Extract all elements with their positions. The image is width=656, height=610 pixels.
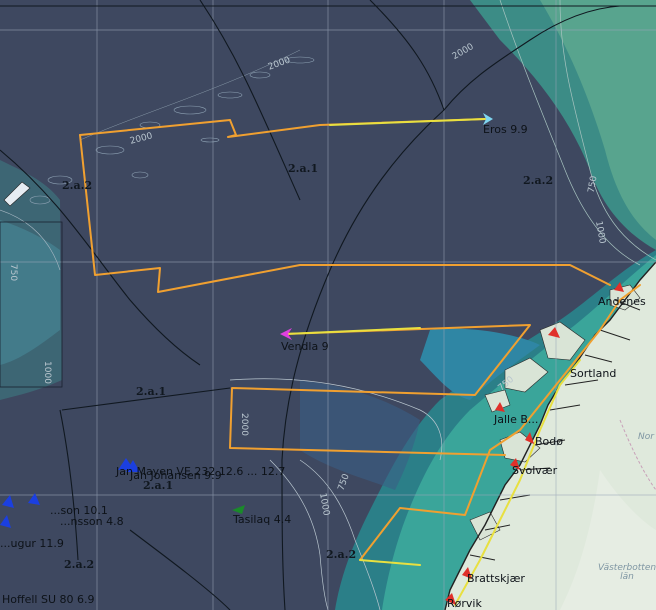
place-label-jaeren: Jalle B... (494, 413, 539, 426)
zone-label-2a1-south: 2.a.1 (136, 385, 167, 398)
region-label-vasterbotten: Västerbotten län (598, 563, 656, 582)
vessel-label-cluster-mid2[interactable]: Jan Johansen 9.9 (130, 470, 222, 481)
region-label-norr: Nor (638, 432, 654, 442)
vessel-label-tasilaq[interactable]: Tasilaq 4.4 (233, 514, 291, 525)
fishing-map[interactable]: 2.a.1 2.a.2 2.a.2 2.a.1 2.a.1 2.a.2 2.a.… (0, 0, 656, 610)
contour-label-2000-slope: 2000 (238, 413, 249, 436)
place-label-brattskjaer: Brattskjær (467, 572, 525, 585)
place-label-rorvik: Rørvik (447, 597, 482, 610)
zone-label-2a2-west: 2.a.2 (62, 179, 93, 192)
place-label-sortland: Sortland (570, 367, 617, 380)
contour-label-1000-west: 1000 (41, 361, 52, 384)
zone-label-2a2-sw: 2.a.2 (64, 558, 95, 571)
vessel-label-vendla[interactable]: Vendla 9 (281, 341, 329, 352)
zone-label-2a2-east: 2.a.2 (523, 174, 554, 187)
vessel-label-eros[interactable]: Eros 9.9 (483, 124, 528, 135)
contour-label-750-west: 750 (8, 263, 19, 282)
vessel-label-west3[interactable]: ...ugur 11.9 (0, 538, 64, 549)
zone-label-2a2-coast: 2.a.2 (326, 548, 357, 561)
zone-label-2a1-north: 2.a.1 (288, 162, 319, 175)
vessel-label-west2[interactable]: ...nsson 4.8 (60, 516, 124, 527)
place-label-andenes: Andenes (598, 295, 646, 308)
place-label-bodo: Bodø (535, 435, 563, 448)
vessel-label-hoffell[interactable]: Hoffell SU 80 6.9 (2, 594, 94, 605)
place-label-svolvaer: Svolvær (512, 464, 558, 477)
